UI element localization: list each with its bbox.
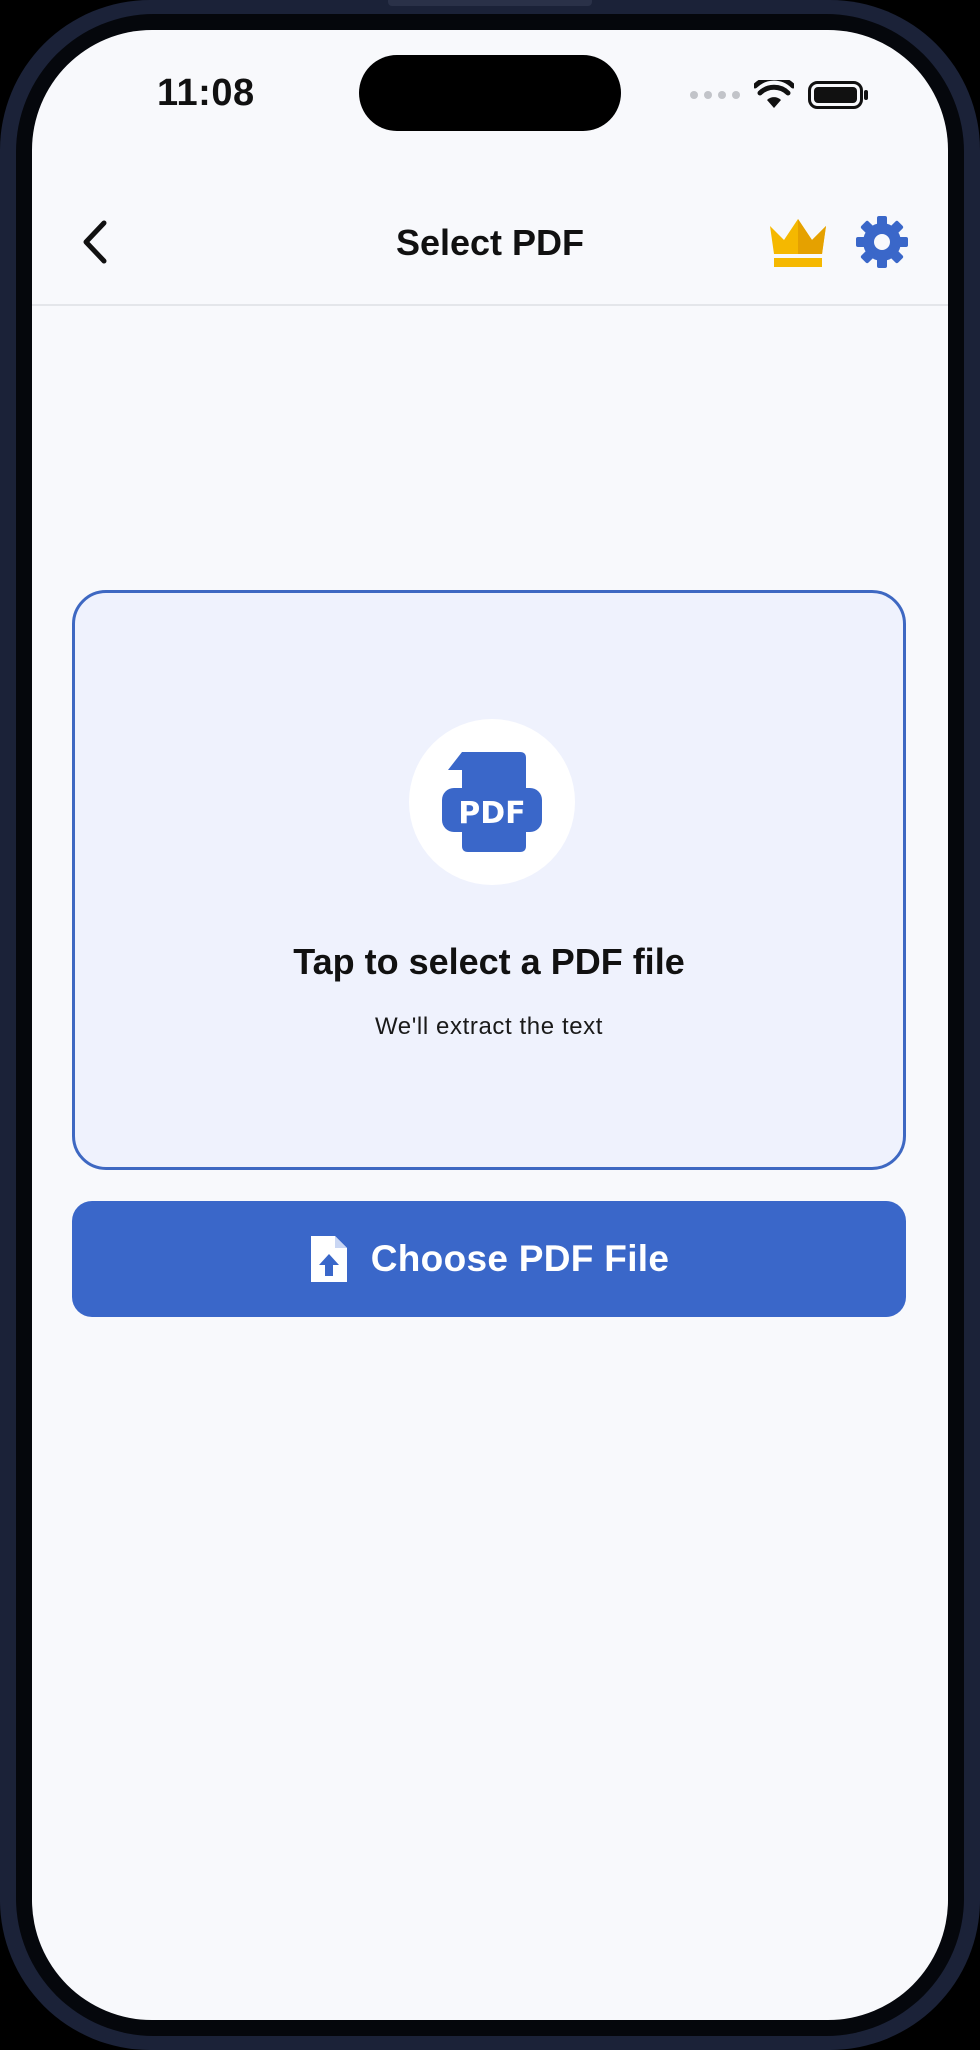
nav-bar: Select PDF <box>32 180 948 306</box>
pdf-drop-zone[interactable]: PDF Tap to select a PDF file We'll extra… <box>72 590 906 1170</box>
dynamic-island <box>359 55 621 131</box>
file-upload-icon <box>310 1236 347 1282</box>
status-time: 11:08 <box>157 72 255 114</box>
settings-button[interactable] <box>852 212 912 272</box>
pdf-icon-circle: PDF <box>409 719 575 885</box>
frame-top-edge <box>388 0 592 6</box>
crown-icon <box>770 219 826 267</box>
status-icons <box>690 80 870 110</box>
pdf-icon-label: PDF <box>458 796 525 831</box>
pdf-file-icon: PDF <box>442 752 542 852</box>
drop-zone-subtitle: We'll extract the text <box>374 1013 604 1040</box>
premium-button[interactable] <box>767 216 829 268</box>
gear-icon <box>856 216 908 268</box>
cellular-signal-icon <box>690 91 740 99</box>
choose-pdf-button[interactable]: Choose PDF File <box>72 1201 906 1317</box>
battery-icon <box>808 81 868 109</box>
device: 11:08 Select PDF PDF Tap to select a PDF… <box>0 0 980 2050</box>
screen: 11:08 Select PDF PDF Tap to select a PDF… <box>32 30 948 2020</box>
drop-zone-title: Tap to select a PDF file <box>293 941 685 982</box>
choose-pdf-label: Choose PDF File <box>370 1238 670 1279</box>
wifi-icon <box>754 80 794 108</box>
